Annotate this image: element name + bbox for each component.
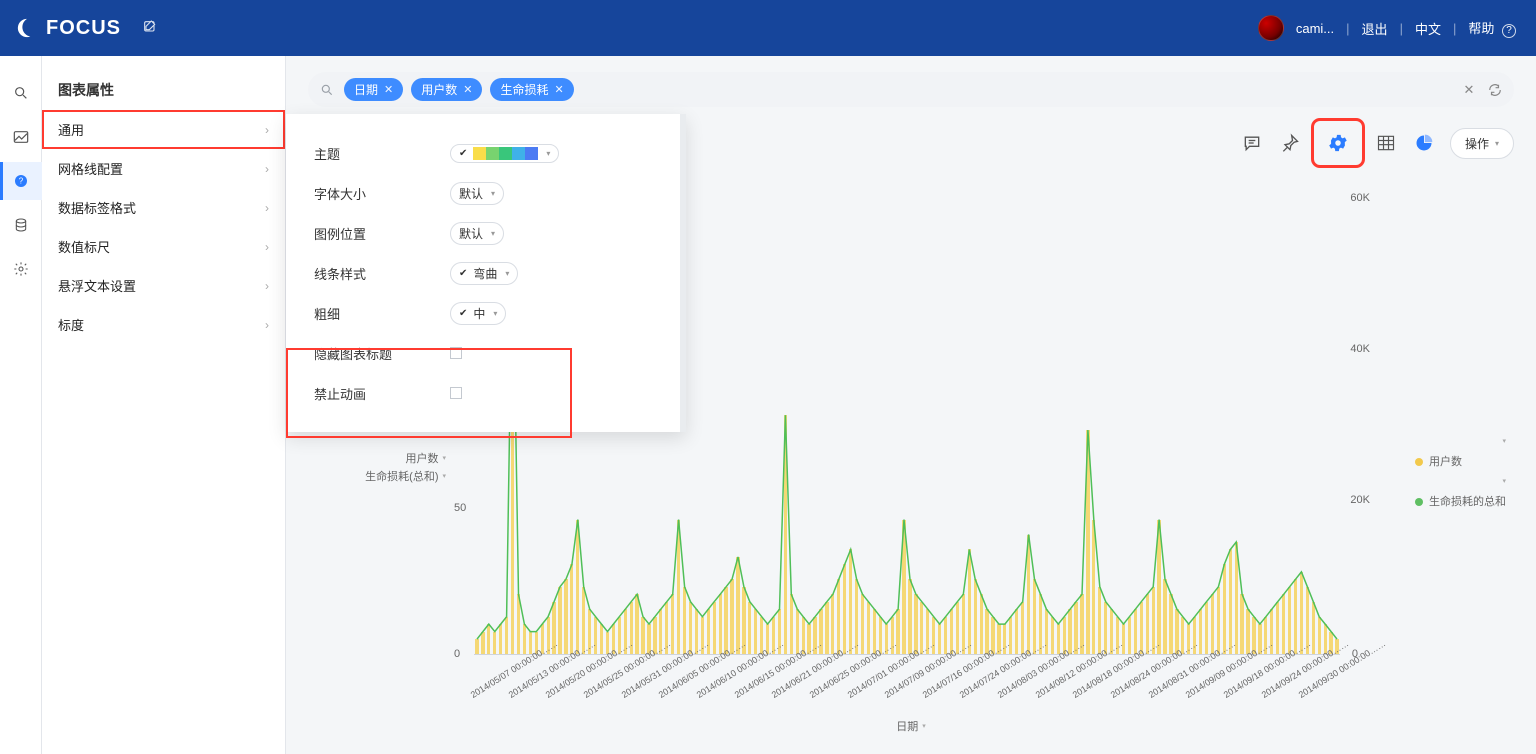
prop-weight-label: 粗细 [314,304,434,323]
tag-date[interactable]: 日期✕ [344,78,403,101]
chart-left-tick-0: 0 [454,648,460,660]
search-icon [318,83,336,97]
edit-icon[interactable] [135,19,165,38]
help-icon: ? [1502,24,1516,38]
user-name[interactable]: cami... [1296,21,1334,36]
legend-dot-yellow [1415,458,1423,466]
chevron-right-icon: › [265,318,269,332]
chevron-down-icon: ▾ [442,450,446,468]
sidebar-item-tooltip[interactable]: 悬浮文本设置› [42,266,285,305]
theme-swatches [473,147,538,160]
sidebar: 图表属性 通用› 网格线配置› 数据标签格式› 数值标尺› 悬浮文本设置› 标度… [42,56,286,754]
table-icon[interactable] [1374,131,1398,155]
line-style-select[interactable]: ✔ 弯曲▾ [450,262,518,285]
chevron-down-icon: ▾ [546,149,550,158]
check-icon: ✔ [459,268,467,279]
chart-left-series-labels[interactable]: 用户数▾ 生命损耗(总和)▾ [316,450,446,486]
chevron-down-icon: ▾ [505,269,509,278]
property-panel: 主题 ✔ ▾ 字体大小 默认▾ 图例位置 默认▾ 线条样式 ✔ 弯曲▾ [286,114,686,432]
top-bar: FOCUS cami... | 退出 | 中文 | 帮助 ? [0,0,1536,56]
chevron-down-icon: ▾ [1495,139,1499,148]
prop-linestyle-label: 线条样式 [314,264,434,283]
rail-search-icon[interactable] [0,74,42,112]
rail-gear-icon[interactable] [0,250,42,288]
sidebar-item-scale[interactable]: 标度› [42,305,285,344]
prop-hide-title-label: 隐藏图表标题 [314,344,434,363]
check-icon: ✔ [459,308,467,319]
sidebar-item-grid[interactable]: 网格线配置› [42,149,285,188]
tag-users[interactable]: 用户数✕ [411,78,482,101]
chevron-down-icon: ▾ [491,189,495,198]
comment-icon[interactable] [1240,131,1264,155]
chevron-down-icon: ▾ [491,229,495,238]
chevron-down-icon: ▾ [1502,434,1506,450]
chart-legend[interactable]: ▾ 用户数 ▾ 生命损耗的总和 [1415,434,1506,514]
close-icon[interactable]: ✕ [463,83,472,96]
app-name: FOCUS [46,17,121,40]
font-size-select[interactable]: 默认▾ [450,182,504,205]
sidebar-item-label-format[interactable]: 数据标签格式› [42,188,285,227]
chart-x-labels: 2014/05/07 00:00:00……2014/05/13 00:00:00… [474,660,1340,700]
check-icon: ✔ [459,148,467,159]
legend-pos-select[interactable]: 默认▾ [450,222,504,245]
chevron-right-icon: › [265,123,269,137]
lang-link[interactable]: 中文 [1415,19,1441,38]
logo-half-moon-icon [16,17,38,39]
no-anim-checkbox[interactable] [450,387,462,399]
prop-theme-label: 主题 [314,144,434,163]
chevron-down-icon: ▾ [922,722,926,730]
avatar[interactable] [1258,15,1284,41]
hide-title-checkbox[interactable] [450,347,462,359]
tag-life[interactable]: 生命损耗✕ [490,78,573,101]
chart-type-icon[interactable] [1412,131,1436,155]
rail-help-icon[interactable]: ? [0,162,42,200]
prop-noanim-label: 禁止动画 [314,384,434,403]
legend-dot-green [1415,498,1423,506]
prop-legendpos-label: 图例位置 [314,224,434,243]
app-logo[interactable]: FOCUS [16,17,121,40]
close-icon[interactable]: ✕ [384,83,393,96]
svg-text:?: ? [18,177,23,186]
pin-icon[interactable] [1278,131,1302,155]
chevron-right-icon: › [265,240,269,254]
sidebar-item-general[interactable]: 通用› [42,110,285,149]
chart-left-tick-50: 50 [454,502,466,514]
close-icon[interactable]: ✕ [554,83,563,96]
chevron-right-icon: › [265,279,269,293]
sidebar-item-value-scale[interactable]: 数值标尺› [42,227,285,266]
refresh-icon[interactable] [1486,81,1504,99]
rail-db-icon[interactable] [0,206,42,244]
chevron-down-icon: ▾ [1502,474,1506,490]
main: 日期✕ 用户数✕ 生命损耗✕ ✕ 主题 ✔ ▾ 字体大小 默认▾ 图例位置 [286,56,1536,754]
logout-link[interactable]: 退出 [1362,19,1388,38]
chart-x-title[interactable]: 日期▾ [896,718,926,734]
action-button[interactable]: 操作▾ [1450,128,1514,159]
help-link[interactable]: 帮助 ? [1468,18,1516,38]
settings-icon[interactable] [1316,123,1360,163]
sidebar-title: 图表属性 [42,66,285,110]
rail-board-icon[interactable] [0,118,42,156]
chevron-right-icon: › [265,162,269,176]
chevron-right-icon: › [265,201,269,215]
clear-icon[interactable]: ✕ [1460,81,1478,99]
theme-select[interactable]: ✔ ▾ [450,144,559,163]
line-weight-select[interactable]: ✔ 中▾ [450,302,506,325]
chevron-down-icon: ▾ [442,468,446,486]
prop-font-label: 字体大小 [314,184,434,203]
chevron-down-icon: ▾ [493,309,497,318]
left-rail: ? [0,56,42,754]
search-bar[interactable]: 日期✕ 用户数✕ 生命损耗✕ ✕ [308,72,1514,107]
